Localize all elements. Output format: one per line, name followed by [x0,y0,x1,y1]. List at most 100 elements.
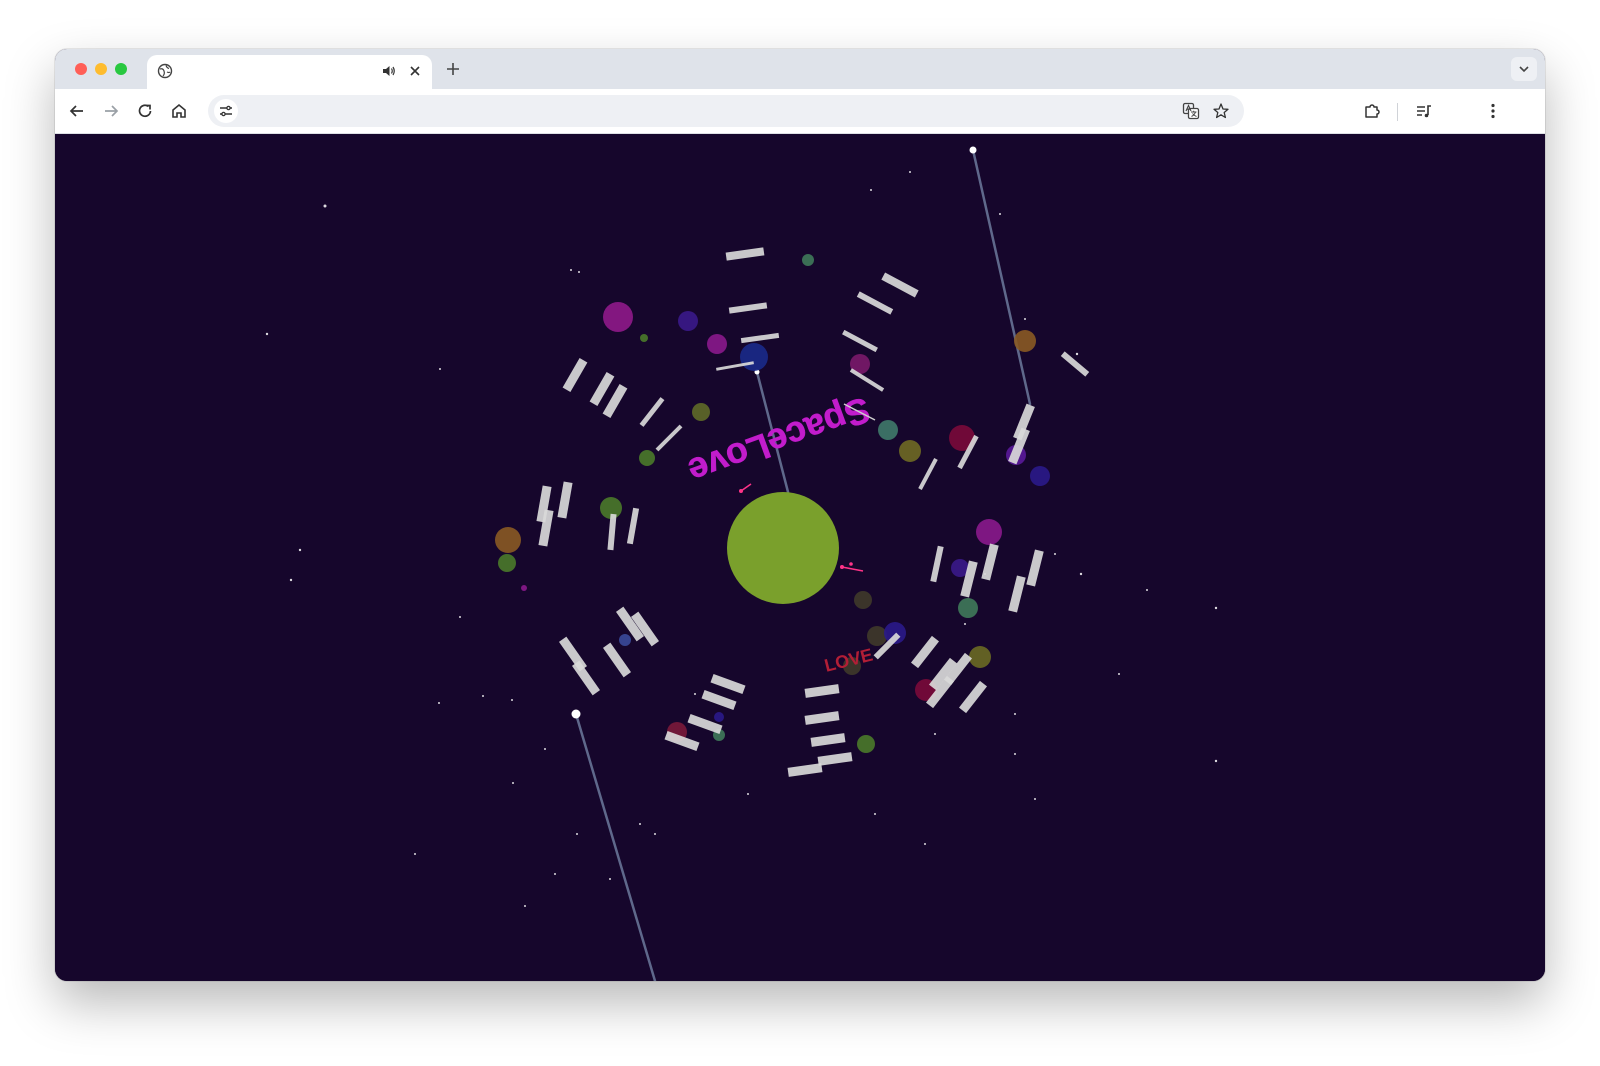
orb [740,343,768,371]
solar-panel [804,711,840,725]
star [438,702,440,704]
close-window-button[interactable] [75,63,87,75]
star [554,873,556,875]
star [909,171,911,173]
star [1014,753,1016,755]
star [439,368,441,370]
reload-icon[interactable] [135,101,155,121]
star [323,204,327,208]
browser-tab[interactable] [147,55,432,89]
spacelove-heading-text: SpaceLove [683,389,876,493]
puzzle-icon[interactable] [1362,101,1382,121]
solar-panel [1060,351,1090,377]
star [1024,318,1026,320]
star [512,782,514,784]
star [298,548,302,552]
star [1054,553,1056,555]
tab-strip [55,49,1545,89]
star-icon[interactable] [1212,102,1230,125]
star [999,213,1001,215]
star [578,271,580,273]
solar-panel [910,635,940,669]
space-scene[interactable]: SpaceLove LOVE [55,134,1545,981]
star [870,189,872,191]
solar-panel [1008,575,1026,613]
solar-panel [710,673,746,695]
home-icon[interactable] [169,101,189,121]
speaker-icon[interactable] [381,63,397,84]
solar-panel [740,332,780,344]
solar-panel [639,397,665,427]
solar-panel [655,424,683,452]
address-bar[interactable] [208,95,1244,127]
solar-panel [725,247,765,261]
comet-head [969,146,977,154]
site-info-button[interactable] [214,99,238,123]
solar-panel [804,684,840,698]
star [289,578,293,582]
arrow-left-icon[interactable] [67,101,87,121]
star [747,793,749,795]
solar-panel [981,543,999,581]
star [524,905,526,907]
solar-panel [562,358,588,392]
star [964,623,966,625]
orb [802,254,814,266]
solar-panel [817,752,853,766]
comet-bottom-left [571,709,657,981]
plus-icon[interactable] [445,61,461,82]
comet-head [571,709,581,719]
star [414,853,416,855]
orb [707,334,727,354]
star [1075,352,1079,356]
solar-panel [849,368,885,392]
orb [1030,466,1050,486]
star [1214,606,1218,610]
orb [867,626,887,646]
solar-panel [930,545,944,583]
page-canvas[interactable]: SpaceLove LOVE [55,134,1545,981]
star [576,833,578,835]
solar-panel [842,329,878,353]
minimize-window-button[interactable] [95,63,107,75]
solar-panel [810,733,846,747]
orb [714,712,724,722]
star [1034,798,1036,800]
star [934,733,936,735]
star [874,813,876,815]
orb [1014,330,1036,352]
orb [619,634,631,646]
globe-icon [157,63,173,84]
kebab-menu-icon[interactable] [1483,101,1503,121]
solar-panel [602,642,632,678]
orb [857,735,875,753]
orb [878,420,898,440]
orb [692,403,710,421]
star [1079,572,1083,576]
star [1014,713,1016,715]
star [482,695,484,697]
arrow-right-icon[interactable] [101,101,121,121]
solar-panel [701,689,737,711]
comet-top-right [969,146,1032,406]
spacelove-heading: SpaceLove [683,389,876,493]
star [654,833,656,835]
star [1146,589,1148,591]
tune-icon [220,105,232,117]
star [544,748,546,750]
solar-panel [856,291,894,315]
orb [639,450,655,466]
zoom-window-button[interactable] [115,63,127,75]
orb [854,591,872,609]
translate-icon[interactable] [1182,102,1200,125]
close-icon[interactable] [407,63,423,84]
central-planet[interactable] [727,492,839,604]
orb [498,554,516,572]
star [570,269,572,271]
tab-search-button[interactable] [1511,57,1537,81]
solar-panel [787,763,823,777]
solar-panel [918,458,938,490]
orb [603,302,633,332]
queue-music-icon[interactable] [1414,101,1434,121]
star [694,693,696,695]
